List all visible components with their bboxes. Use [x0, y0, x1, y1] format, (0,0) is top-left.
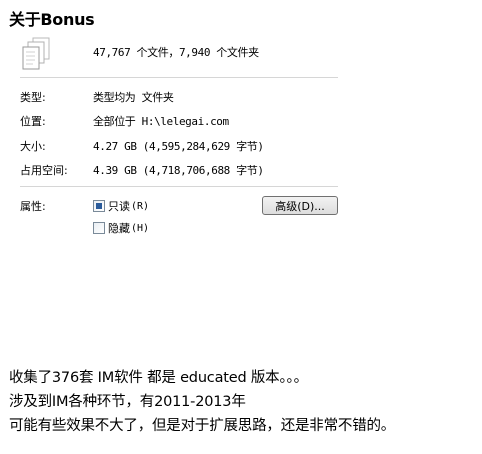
caption-line: 可能有些效果不大了，但是对于扩展思路，还是非常不错的。	[9, 418, 396, 434]
type-label: 类型:	[20, 91, 46, 104]
hidden-checkbox[interactable]: 隐藏 (H)	[93, 220, 149, 236]
readonly-shortcut: (R)	[131, 200, 150, 212]
size-label: 大小:	[20, 140, 46, 153]
readonly-label: 只读	[108, 200, 130, 213]
size-value: 4.27 GB (4,595,284,629 字节)	[93, 140, 264, 153]
divider	[20, 77, 338, 78]
hidden-shortcut: (H)	[131, 222, 150, 234]
location-label: 位置:	[20, 115, 46, 128]
checkbox-indeterminate-icon[interactable]	[93, 200, 105, 212]
multiple-files-icon	[21, 37, 51, 71]
hidden-label: 隐藏	[108, 222, 130, 235]
caption-line: 收集了376套 IM软件 都是 educated 版本。。。	[9, 370, 308, 386]
checkbox-unchecked-icon[interactable]	[93, 222, 105, 234]
divider	[20, 186, 338, 187]
advanced-button[interactable]: 高级(D)...	[262, 196, 338, 215]
file-count-summary: 47,767 个文件，7,940 个文件夹	[93, 46, 259, 59]
location-value: 全部位于 H:\lelegai.com	[93, 115, 229, 128]
dialog-title: 关于Bonus	[9, 10, 95, 29]
type-value: 类型均为 文件夹	[93, 91, 174, 104]
size-on-disk-value: 4.39 GB (4,718,706,688 字节)	[93, 164, 264, 177]
size-on-disk-label: 占用空间:	[20, 164, 68, 177]
caption-line: 涉及到IM各种环节，有2011-2013年	[9, 394, 246, 410]
readonly-checkbox[interactable]: 只读 (R)	[93, 198, 149, 214]
attributes-label: 属性:	[20, 200, 46, 213]
